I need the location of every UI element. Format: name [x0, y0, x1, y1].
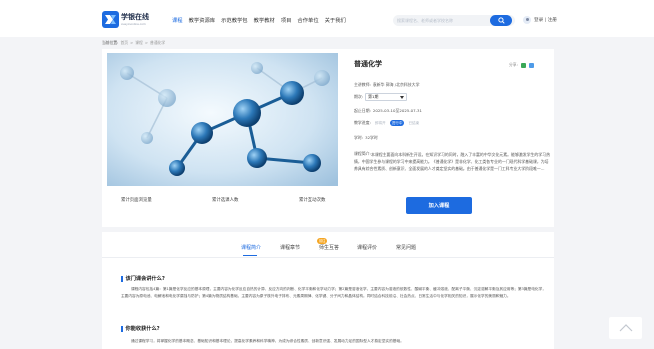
course-title: 普通化学 — [354, 60, 382, 68]
tab-reviews[interactable]: 课程评价 — [357, 244, 377, 251]
search-button[interactable] — [490, 15, 512, 26]
status-upcoming[interactable]: 即将开 — [373, 120, 388, 126]
breadcrumb-separator: > — [144, 40, 149, 45]
nav-courses[interactable]: 课程 — [172, 16, 183, 24]
tab-faq[interactable]: 常见问题 — [396, 244, 416, 251]
chevron-up-icon — [619, 324, 632, 332]
course-description: 本课程主要面向本科新生开设。在知识学习的同时，融入了丰富的中华文化元素。能够激发… — [354, 152, 550, 171]
teacher-label: 主讲教师: — [354, 82, 371, 87]
user-login[interactable]: 登录 | 注册 — [523, 16, 557, 24]
nav-textbooks[interactable]: 教学教材 — [254, 16, 275, 24]
qa-badge: 前往 — [317, 238, 328, 244]
stat-interactions: 累计互动次数 — [299, 198, 326, 203]
course-stats: 累计页面浏览量 累计选课人数 累计互动次数 — [107, 197, 338, 207]
nav-partners[interactable]: 合作单位 — [297, 16, 318, 24]
breadcrumb: 当前位置: 首页 > 课程 > 普通化学 — [102, 40, 165, 46]
caret-down-icon — [400, 95, 405, 99]
logo-subtitle: xueyinonline.com — [121, 22, 146, 26]
nav-about[interactable]: 关于我们 — [325, 16, 346, 24]
section-body: 课程内容包括4篇：第1篇是化学反应的基本原理，主要内容为化学反应自热的计算、反应… — [121, 287, 546, 298]
section-title-text: 该门课会讲什么? — [125, 276, 165, 282]
section-marker — [121, 325, 123, 332]
site-logo[interactable]: 学银在线 xueyinonline.com — [102, 10, 152, 30]
nav-projects[interactable]: 项目 — [281, 16, 292, 24]
status-label: 教学进度: — [354, 120, 371, 125]
teacher-row: 主讲教师: 袁新华 郭海 /北京科技大学 — [354, 82, 419, 88]
logo-title: 学银在线 — [121, 13, 149, 21]
breadcrumb-current: 普通化学 — [150, 40, 166, 45]
teacher-value: 袁新华 郭海 /北京科技大学 — [372, 82, 420, 87]
share-bar: 分享: — [509, 62, 534, 68]
hours-row: 学时: 32学时 — [354, 135, 378, 141]
login-register-link[interactable]: 登录 | 注册 — [534, 17, 557, 23]
hours-value: 32学时 — [365, 135, 378, 140]
breadcrumb-courses[interactable]: 课程 — [135, 40, 143, 46]
share-label: 分享: — [509, 62, 518, 67]
date-value: 2025-03-10至2025-07-31 — [372, 108, 422, 113]
search-icon — [497, 17, 505, 24]
section-title: 该门课会讲什么? — [121, 275, 165, 282]
user-avatar-icon — [523, 16, 531, 24]
qq-share-icon[interactable] — [528, 62, 534, 68]
back-to-top-button[interactable] — [609, 317, 642, 339]
term-select[interactable]: 第1期 — [365, 93, 408, 101]
active-tab-indicator — [243, 255, 257, 257]
term-select-value: 第1期 — [368, 94, 379, 99]
section-title: 你能收获什么? — [121, 325, 160, 332]
nav-resource-library[interactable]: 教学资源库 — [189, 16, 216, 24]
date-label: 起止日期: — [354, 108, 371, 113]
status-row: 教学进度: 即将开 进行中 已结束 — [354, 120, 421, 126]
main-nav: 课程 教学资源库 示范教学包 教学教材 项目 合作单位 关于我们 — [172, 16, 346, 24]
section-marker — [121, 275, 123, 282]
breadcrumb-home[interactable]: 首页 — [120, 40, 128, 46]
date-row: 起止日期: 2025-03-10至2025-07-31 — [354, 108, 422, 114]
tab-qa[interactable]: 师生互答 — [319, 244, 339, 251]
breadcrumb-label: 当前位置: — [102, 40, 119, 45]
detail-tabs: 课程简介 课程章节 师生互答 课程评价 常见问题 前往 — [102, 232, 554, 258]
stat-page-views: 累计页面浏览量 — [121, 198, 152, 203]
course-card: 累计页面浏览量 累计选课人数 累计互动次数 普通化学 分享: 主讲教师: 袁新华… — [102, 49, 554, 227]
term-label: 期次: — [354, 94, 364, 99]
join-course-button[interactable]: 加入课程 — [406, 197, 472, 214]
hours-label: 学时: — [354, 135, 364, 140]
section-title-text: 你能收获什么? — [125, 326, 160, 332]
course-cover-image — [107, 53, 338, 186]
status-ended[interactable]: 已结束 — [406, 120, 421, 126]
stat-enrolled: 累计选课人数 — [212, 198, 239, 203]
tab-intro[interactable]: 课程简介 — [241, 244, 261, 251]
status-ongoing[interactable]: 进行中 — [389, 120, 405, 126]
nav-demo-packages[interactable]: 示范教学包 — [221, 16, 248, 24]
breadcrumb-separator: > — [130, 40, 134, 45]
top-header: 学银在线 xueyinonline.com 课程 教学资源库 示范教学包 教学教… — [0, 0, 654, 37]
course-detail-panel: 课程简介 课程章节 师生互答 课程评价 常见问题 前往 该门课会讲什么? 课程内… — [102, 232, 554, 349]
wechat-share-icon[interactable] — [520, 62, 526, 68]
tab-chapters[interactable]: 课程章节 — [280, 244, 300, 251]
section-body: 通过课程学习，将掌握化学的基本概念、基础知识和基本理论，提高化学素养和科学精神，… — [131, 339, 404, 343]
logo-mark-icon — [102, 11, 119, 28]
search-input[interactable] — [397, 15, 482, 26]
term-row: 期次: 第1期 — [354, 93, 408, 101]
